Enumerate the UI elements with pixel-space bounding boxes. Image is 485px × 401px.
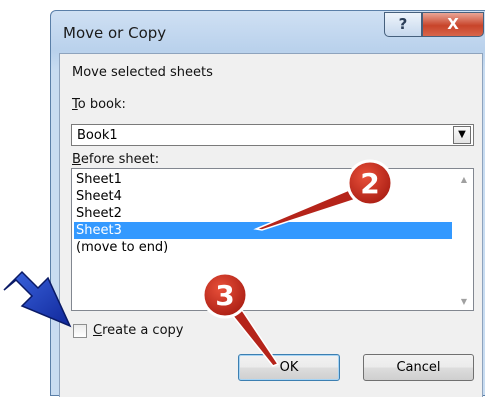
list-item-sheet4[interactable]: Sheet4 xyxy=(74,188,452,205)
window-title: Move or Copy xyxy=(63,24,167,42)
ok-button[interactable]: OK xyxy=(238,354,340,381)
cancel-button[interactable]: Cancel xyxy=(363,354,474,381)
scroll-down-icon[interactable]: ▼ xyxy=(459,297,469,306)
close-button[interactable]: X xyxy=(422,12,484,37)
instruction-label: Move selected sheets xyxy=(72,65,213,80)
create-copy-checkbox[interactable] xyxy=(73,324,87,338)
chevron-down-icon[interactable]: ▼ xyxy=(453,126,471,144)
close-icon: X xyxy=(447,15,459,33)
list-item-move-to-end[interactable]: (move to end) xyxy=(74,239,452,256)
title-bar[interactable]: Move or Copy ? X xyxy=(51,11,485,53)
list-item-sheet3[interactable]: Sheet3 xyxy=(74,222,452,239)
move-or-copy-dialog: Move or Copy ? X Move selected sheets To… xyxy=(50,10,485,397)
create-copy-label[interactable]: Create a copy xyxy=(93,323,183,338)
before-sheet-list[interactable]: Sheet1 Sheet4 Sheet2 Sheet3 (move to end… xyxy=(71,168,474,311)
help-button[interactable]: ? xyxy=(384,12,422,37)
before-sheet-label: Before sheet: xyxy=(72,152,160,167)
to-book-value: Book1 xyxy=(77,128,118,143)
to-book-dropdown[interactable]: Book1 ▼ xyxy=(71,124,474,146)
help-icon: ? xyxy=(398,15,408,33)
dialog-body: Move selected sheets To book: Book1 ▼ Be… xyxy=(59,53,483,397)
list-item-sheet1[interactable]: Sheet1 xyxy=(74,171,452,188)
list-item-sheet2[interactable]: Sheet2 xyxy=(74,205,452,222)
to-book-label: To book: xyxy=(72,97,126,112)
scroll-up-icon[interactable]: ▲ xyxy=(459,175,469,184)
